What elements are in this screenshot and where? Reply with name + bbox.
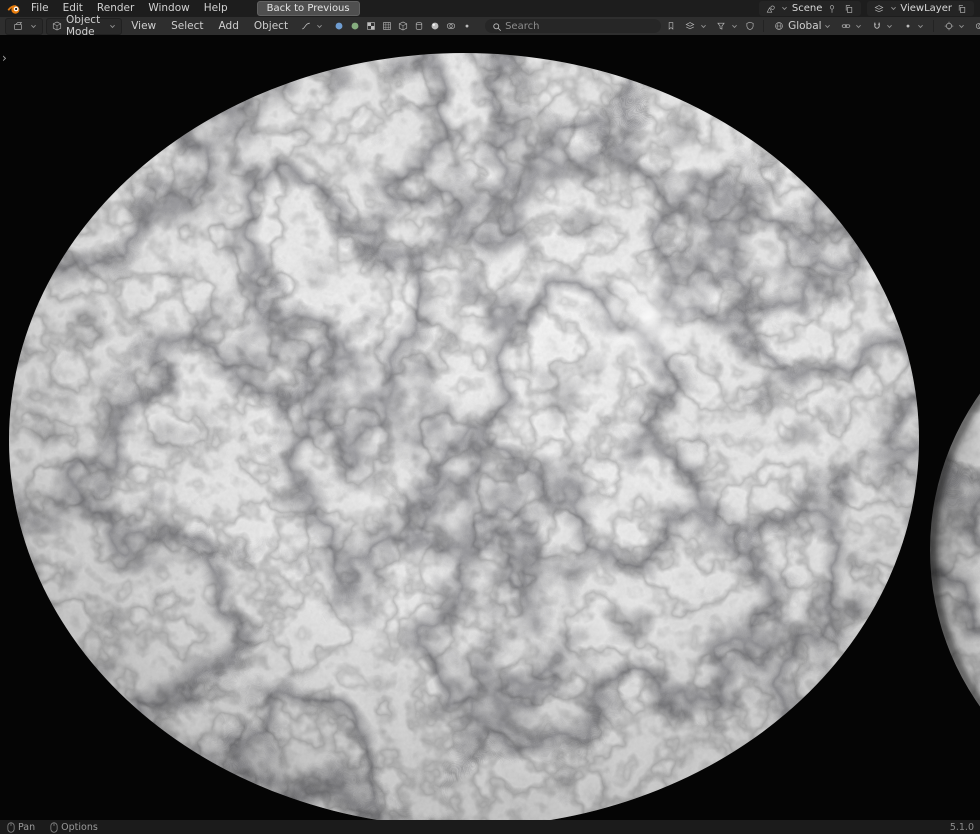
mode-label: Object Mode bbox=[66, 14, 101, 38]
overlays-icon bbox=[973, 19, 980, 33]
chevron-down-icon bbox=[824, 22, 832, 30]
chevron-down-icon bbox=[29, 22, 37, 30]
version-label: 5.1.0 bbox=[949, 821, 974, 833]
texture-sphere-icon[interactable] bbox=[348, 19, 362, 33]
collections-icon bbox=[683, 19, 697, 33]
overlap-circles-icon[interactable] bbox=[444, 19, 458, 33]
filter-dropdown[interactable] bbox=[712, 19, 740, 34]
show-gizmo-dropdown[interactable] bbox=[940, 19, 968, 34]
statusbar-options-hint: Options bbox=[49, 821, 98, 833]
menu-add[interactable]: Add bbox=[213, 17, 245, 35]
secondary-highlight bbox=[342, 467, 402, 527]
dot-icon[interactable] bbox=[460, 19, 474, 33]
viewlayer-name: ViewLayer bbox=[900, 3, 952, 14]
snap-dropdown[interactable] bbox=[868, 19, 896, 34]
viewport-canvas[interactable] bbox=[0, 35, 980, 820]
link-icon bbox=[839, 19, 853, 33]
chevron-down-icon bbox=[886, 22, 894, 30]
statusbar-pan-hint: Pan bbox=[6, 821, 35, 833]
right-mouse-icon bbox=[49, 821, 58, 833]
cube-icon[interactable] bbox=[396, 19, 410, 33]
viewport-3d[interactable]: › bbox=[0, 35, 980, 820]
header-search bbox=[485, 19, 662, 34]
object-mode-icon bbox=[52, 19, 62, 33]
overlays-dropdown[interactable] bbox=[971, 19, 980, 34]
pin-icon[interactable] bbox=[825, 2, 839, 16]
separator bbox=[763, 20, 765, 32]
orientation-label: Global bbox=[788, 20, 822, 32]
falloff-dropdown[interactable] bbox=[297, 19, 325, 34]
editor-3d-viewport-icon bbox=[11, 19, 25, 33]
topbar-right-widgets: Scene ViewLayer bbox=[758, 1, 974, 16]
middle-mouse-icon bbox=[6, 821, 15, 833]
chevron-down-icon bbox=[730, 22, 738, 30]
snap-target-dropdown[interactable] bbox=[837, 19, 865, 34]
viewport-header: Object Mode View Select Add Object Searc… bbox=[0, 14, 980, 38]
filter-funnel-icon bbox=[714, 19, 728, 33]
magnet-icon bbox=[870, 19, 884, 33]
chevron-down-icon bbox=[917, 22, 925, 30]
specular-highlight bbox=[592, 261, 708, 377]
chevron-down-icon bbox=[109, 22, 116, 30]
top-menu-bar: File Edit Render Window Help Back to Pre… bbox=[0, 0, 980, 17]
header-tool-strip bbox=[332, 19, 474, 33]
checker-icon[interactable] bbox=[364, 19, 378, 33]
collections-visibility-dropdown[interactable] bbox=[681, 19, 709, 34]
new-scene-icon[interactable] bbox=[842, 2, 856, 16]
menu-window[interactable]: Window bbox=[141, 0, 196, 17]
scene-selector[interactable]: Scene bbox=[758, 1, 862, 16]
menu-view[interactable]: View bbox=[125, 17, 162, 35]
cylinder-icon[interactable] bbox=[412, 19, 426, 33]
search-input[interactable] bbox=[485, 19, 662, 33]
bookmark-icon[interactable] bbox=[664, 19, 678, 33]
chevron-down-icon bbox=[855, 22, 863, 30]
menu-object[interactable]: Object bbox=[248, 17, 294, 35]
chevron-down-icon bbox=[699, 22, 707, 30]
menu-select[interactable]: Select bbox=[165, 17, 209, 35]
proportional-dot-icon bbox=[901, 19, 915, 33]
back-to-previous-button[interactable]: Back to Previous bbox=[256, 1, 360, 16]
scene-icon bbox=[764, 2, 778, 16]
menu-help[interactable]: Help bbox=[197, 0, 235, 17]
gizmo-icon bbox=[942, 19, 956, 33]
material-sphere-icon[interactable] bbox=[428, 19, 442, 33]
blender-logo-icon[interactable] bbox=[6, 1, 21, 16]
chevron-down-icon bbox=[958, 22, 966, 30]
viewlayer-icon bbox=[872, 2, 886, 16]
globe-icon bbox=[772, 19, 786, 33]
search-icon bbox=[490, 20, 504, 34]
pan-hint-label: Pan bbox=[18, 821, 36, 833]
matcap-sphere-icon[interactable] bbox=[332, 19, 346, 33]
shield-icon[interactable] bbox=[743, 19, 757, 33]
menu-file[interactable]: File bbox=[24, 0, 56, 17]
chevron-down-icon bbox=[315, 22, 323, 30]
separator bbox=[932, 20, 934, 32]
new-viewlayer-icon[interactable] bbox=[955, 2, 969, 16]
status-bar: Pan Options 5.1.0 bbox=[0, 820, 980, 834]
scene-name: Scene bbox=[791, 3, 823, 14]
editor-type-dropdown[interactable] bbox=[5, 17, 43, 35]
chevron-down-icon bbox=[889, 5, 897, 13]
transform-orientation-dropdown[interactable]: Global bbox=[770, 19, 834, 34]
toolbar-expand-arrow[interactable]: › bbox=[2, 52, 7, 64]
mode-dropdown[interactable]: Object Mode bbox=[46, 14, 123, 38]
viewlayer-selector[interactable]: ViewLayer bbox=[867, 1, 974, 16]
falloff-curve-icon bbox=[299, 19, 313, 33]
chevron-down-icon bbox=[781, 5, 789, 13]
blender-window: File Edit Render Window Help Back to Pre… bbox=[0, 0, 980, 834]
grid-icon[interactable] bbox=[380, 19, 394, 33]
viewport-header-right: Global bbox=[664, 19, 980, 34]
proportional-editing-dropdown[interactable] bbox=[899, 19, 927, 34]
options-hint-label: Options bbox=[61, 821, 98, 833]
